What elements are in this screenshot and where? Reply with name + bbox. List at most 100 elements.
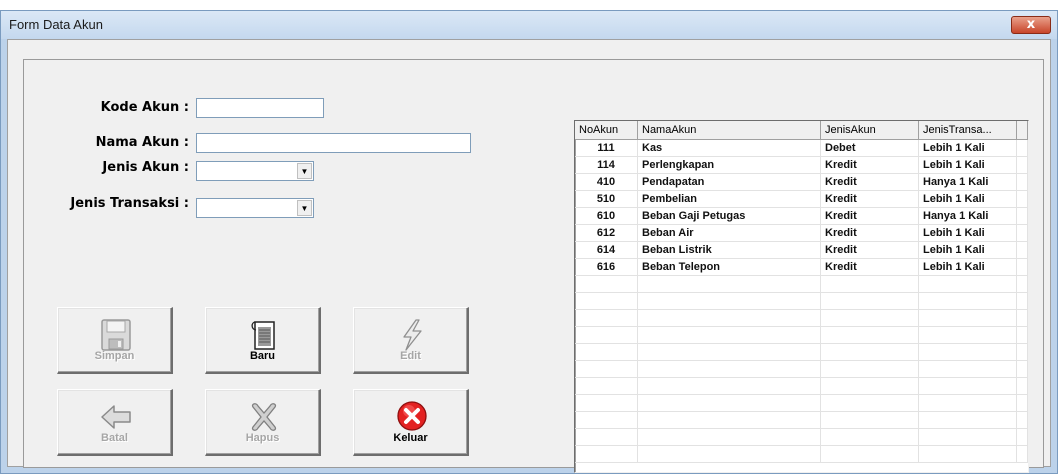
empty-cell[interactable]	[821, 293, 919, 310]
empty-cell[interactable]	[638, 310, 821, 327]
table-cell[interactable]: Kredit	[821, 174, 919, 191]
empty-cell[interactable]	[1017, 429, 1028, 446]
empty-cell[interactable]	[638, 378, 821, 395]
empty-cell[interactable]	[821, 378, 919, 395]
empty-cell[interactable]	[1017, 310, 1028, 327]
baru-button[interactable]: Baru	[205, 307, 321, 374]
empty-cell[interactable]	[1017, 276, 1028, 293]
table-cell[interactable]: Kredit	[821, 157, 919, 174]
title-bar[interactable]: Form Data Akun x	[1, 11, 1057, 39]
empty-cell[interactable]	[919, 412, 1017, 429]
empty-cell[interactable]	[638, 412, 821, 429]
empty-cell[interactable]	[575, 293, 638, 310]
table-cell[interactable]: 612	[575, 225, 638, 242]
empty-cell[interactable]	[1017, 242, 1028, 259]
empty-cell[interactable]	[638, 446, 821, 463]
empty-cell[interactable]	[575, 276, 638, 293]
chevron-down-icon[interactable]: ▼	[297, 163, 312, 179]
empty-cell[interactable]	[575, 310, 638, 327]
window-close-button[interactable]: x	[1011, 16, 1051, 34]
empty-cell[interactable]	[919, 327, 1017, 344]
table-cell[interactable]: Lebih 1 Kali	[919, 140, 1017, 157]
empty-cell[interactable]	[575, 429, 638, 446]
table-cell[interactable]: Beban Gaji Petugas	[638, 208, 821, 225]
table-cell[interactable]: Perlengkapan	[638, 157, 821, 174]
empty-cell[interactable]	[919, 344, 1017, 361]
empty-cell[interactable]	[1017, 446, 1028, 463]
empty-cell[interactable]	[919, 378, 1017, 395]
empty-cell[interactable]	[821, 446, 919, 463]
column-header-jenisakun[interactable]: JenisAkun	[821, 121, 919, 140]
empty-cell[interactable]	[1017, 361, 1028, 378]
table-cell[interactable]: Pendapatan	[638, 174, 821, 191]
empty-cell[interactable]	[638, 429, 821, 446]
table-cell[interactable]: Kredit	[821, 191, 919, 208]
table-cell[interactable]: Kredit	[821, 208, 919, 225]
empty-cell[interactable]	[919, 293, 1017, 310]
empty-cell[interactable]	[575, 395, 638, 412]
column-header-noakun[interactable]: NoAkun	[575, 121, 638, 140]
edit-button[interactable]: Edit	[353, 307, 469, 374]
empty-cell[interactable]	[919, 361, 1017, 378]
empty-cell[interactable]	[1017, 157, 1028, 174]
empty-cell[interactable]	[1017, 225, 1028, 242]
empty-cell[interactable]	[1017, 327, 1028, 344]
empty-cell[interactable]	[1017, 293, 1028, 310]
empty-cell[interactable]	[1017, 344, 1028, 361]
table-cell[interactable]: 114	[575, 157, 638, 174]
empty-cell[interactable]	[638, 361, 821, 378]
table-cell[interactable]: Kredit	[821, 225, 919, 242]
empty-cell[interactable]	[821, 395, 919, 412]
empty-cell[interactable]	[575, 378, 638, 395]
batal-button[interactable]: Batal	[57, 389, 173, 456]
jenis-akun-select[interactable]: ▼	[196, 161, 314, 181]
empty-cell[interactable]	[638, 276, 821, 293]
table-cell[interactable]: Lebih 1 Kali	[919, 242, 1017, 259]
empty-cell[interactable]	[821, 429, 919, 446]
table-cell[interactable]: Lebih 1 Kali	[919, 259, 1017, 276]
jenis-transaksi-select[interactable]: ▼	[196, 198, 314, 218]
nama-akun-input[interactable]	[196, 133, 471, 153]
table-cell[interactable]: Beban Listrik	[638, 242, 821, 259]
empty-cell[interactable]	[1017, 174, 1028, 191]
empty-cell[interactable]	[919, 429, 1017, 446]
table-cell[interactable]: 510	[575, 191, 638, 208]
table-cell[interactable]: Lebih 1 Kali	[919, 191, 1017, 208]
empty-cell[interactable]	[1017, 259, 1028, 276]
table-cell[interactable]: 614	[575, 242, 638, 259]
empty-cell[interactable]	[638, 344, 821, 361]
empty-cell[interactable]	[821, 310, 919, 327]
table-cell[interactable]: 111	[575, 140, 638, 157]
empty-cell[interactable]	[638, 293, 821, 310]
empty-cell[interactable]	[919, 446, 1017, 463]
empty-cell[interactable]	[575, 446, 638, 463]
empty-cell[interactable]	[1017, 191, 1028, 208]
empty-cell[interactable]	[1017, 378, 1028, 395]
empty-cell[interactable]	[821, 361, 919, 378]
table-cell[interactable]: 616	[575, 259, 638, 276]
empty-cell[interactable]	[821, 412, 919, 429]
empty-cell[interactable]	[638, 327, 821, 344]
table-cell[interactable]: Beban Air	[638, 225, 821, 242]
empty-cell[interactable]	[575, 327, 638, 344]
empty-cell[interactable]	[575, 344, 638, 361]
empty-cell[interactable]	[1017, 140, 1028, 157]
table-cell[interactable]: Pembelian	[638, 191, 821, 208]
empty-cell[interactable]	[919, 276, 1017, 293]
column-header-namaakun[interactable]: NamaAkun	[638, 121, 821, 140]
table-cell[interactable]: 410	[575, 174, 638, 191]
chevron-down-icon[interactable]: ▼	[297, 200, 312, 216]
account-grid[interactable]: NoAkun NamaAkun JenisAkun JenisTransa...…	[574, 120, 1029, 473]
table-cell[interactable]: Lebih 1 Kali	[919, 225, 1017, 242]
empty-cell[interactable]	[638, 395, 821, 412]
kode-akun-input[interactable]	[196, 98, 324, 118]
table-cell[interactable]: Lebih 1 Kali	[919, 157, 1017, 174]
empty-cell[interactable]	[575, 361, 638, 378]
table-cell[interactable]: Kas	[638, 140, 821, 157]
table-cell[interactable]: Beban Telepon	[638, 259, 821, 276]
empty-cell[interactable]	[821, 327, 919, 344]
table-cell[interactable]: Hanya 1 Kali	[919, 208, 1017, 225]
empty-cell[interactable]	[821, 344, 919, 361]
table-cell[interactable]: Debet	[821, 140, 919, 157]
table-cell[interactable]: 610	[575, 208, 638, 225]
